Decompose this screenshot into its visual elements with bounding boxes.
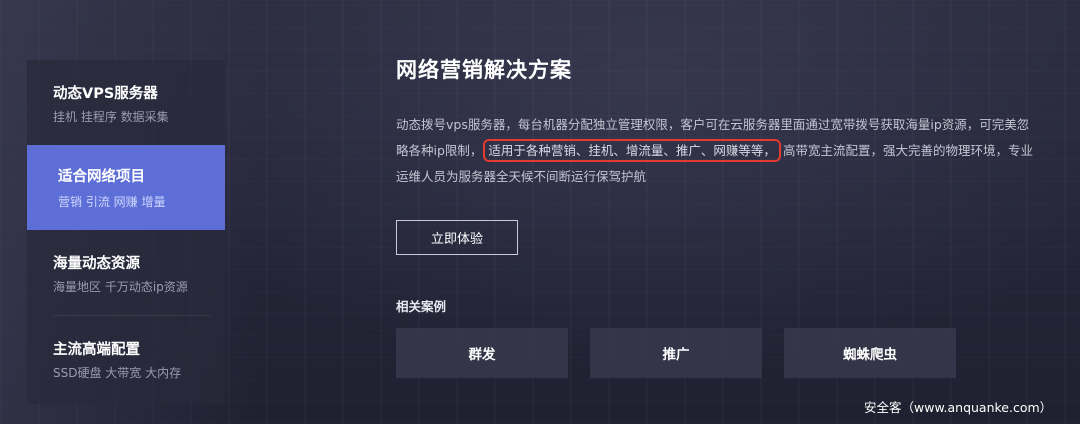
description-line-2-prefix: 略各种ip限制， (396, 143, 483, 158)
sidebar-item-subtitle: 海量地区 千万动态ip资源 (53, 280, 188, 294)
sidebar-item-dynamic-resources[interactable]: 海量动态资源 海量地区 千万动态ip资源 (27, 230, 225, 315)
watermark: 安全客（www.anquanke.com） (864, 400, 1053, 415)
sidebar-item-title: 适合网络项目 (58, 169, 145, 185)
sidebar-item-subtitle: 挂机 挂程序 数据采集 (53, 110, 169, 124)
sidebar-item-title: 动态VPS服务器 (53, 86, 158, 102)
sidebar-item-high-end-config[interactable]: 主流高端配置 SSD硬盘 大带宽 大内存 (27, 316, 225, 401)
sidebar-item-subtitle: SSD硬盘 大带宽 大内存 (53, 366, 182, 380)
description-line-2-suffix: 高带宽主流配置，强大完善的物理环境，专业 (782, 143, 1033, 158)
sidebar-item-title: 主流高端配置 (53, 342, 140, 358)
case-card-promotion[interactable]: 推广 (590, 328, 762, 378)
page-title: 网络营销解决方案 (396, 58, 572, 82)
sidebar-item-dynamic-vps[interactable]: 动态VPS服务器 挂机 挂程序 数据采集 (27, 60, 225, 145)
sidebar-item-subtitle: 营销 引流 网赚 增量 (58, 195, 166, 209)
description-line-1: 动态拨号vps服务器，每台机器分配独立管理权限，客户可在云服务器里面通过宽带拨号… (396, 117, 1030, 132)
description-line-2: 略各种ip限制， 适用于各种营销、挂机、增流量、推广、网赚等等， 高带宽主流配置，强… (396, 138, 1056, 164)
description-line-3: 运维人员为服务器全天候不间断运行保驾护航 (396, 169, 647, 184)
case-card-mass-send[interactable]: 群发 (396, 328, 568, 378)
sidebar-item-network-projects[interactable]: 适合网络项目 营销 引流 网赚 增量 (27, 145, 225, 230)
related-cases-label: 相关案例 (396, 299, 447, 314)
case-card-spider-crawler[interactable]: 蜘蛛爬虫 (784, 328, 956, 378)
try-now-button[interactable]: 立即体验 (396, 220, 518, 255)
description: 动态拨号vps服务器，每台机器分配独立管理权限，客户可在云服务器里面通过宽带拨号… (396, 112, 1056, 190)
highlighted-text: 适用于各种营销、挂机、增流量、推广、网赚等等， (483, 139, 781, 162)
sidebar: 动态VPS服务器 挂机 挂程序 数据采集 适合网络项目 营销 引流 网赚 增量 … (27, 60, 225, 404)
sidebar-item-title: 海量动态资源 (53, 256, 140, 272)
